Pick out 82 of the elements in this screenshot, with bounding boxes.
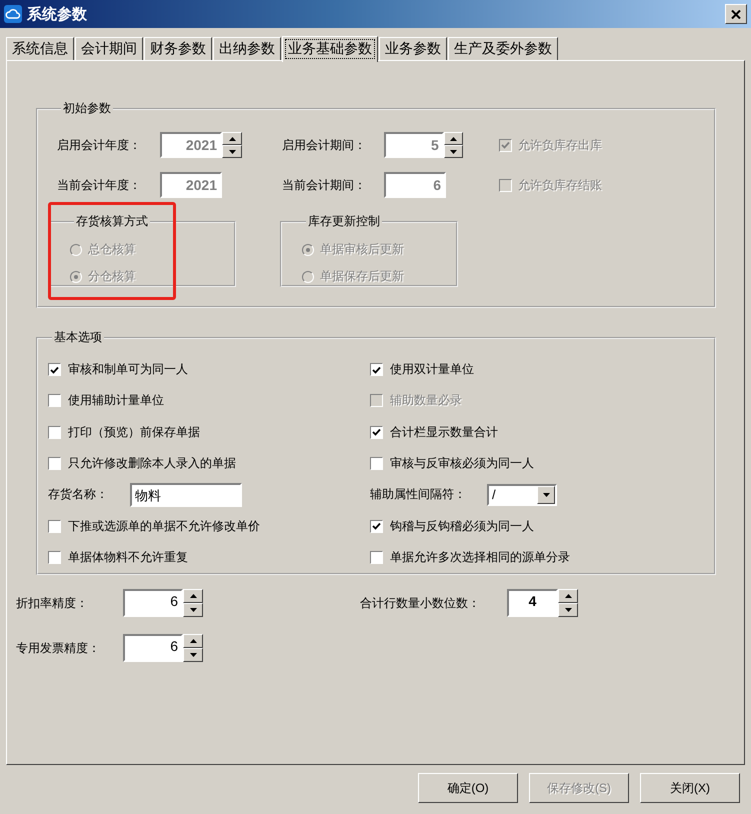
checkbox[interactable] bbox=[48, 426, 61, 439]
dialog-button[interactable]: 确定(O) bbox=[418, 773, 518, 803]
spin-up-button[interactable] bbox=[183, 634, 203, 648]
up-arrow-icon bbox=[228, 136, 236, 140]
cloud-icon bbox=[4, 5, 22, 23]
field-label: 当前会计期间： bbox=[282, 176, 367, 194]
checkbox-label: 打印（预览）前保存单据 bbox=[68, 424, 200, 441]
checkmark-icon bbox=[501, 141, 510, 149]
checkmark-icon bbox=[372, 522, 381, 530]
group-title: 存货核算方式 bbox=[75, 213, 149, 230]
field-label: 专用发票精度： bbox=[16, 640, 101, 656]
field-label: 启用会计年度： bbox=[57, 136, 142, 154]
checkbox[interactable] bbox=[370, 520, 383, 533]
checkbox[interactable] bbox=[48, 456, 61, 470]
checkbox[interactable] bbox=[48, 394, 61, 408]
checkmark-icon bbox=[372, 428, 381, 436]
checkbox[interactable] bbox=[370, 426, 383, 439]
checkbox[interactable] bbox=[370, 363, 383, 376]
spin-down-button[interactable] bbox=[183, 648, 203, 662]
radio-label: 单据保存后更新 bbox=[320, 268, 404, 285]
tab[interactable]: 财务参数 bbox=[144, 37, 212, 60]
group-title: 初始参数 bbox=[62, 100, 112, 117]
down-arrow-icon bbox=[450, 150, 457, 154]
checkbox-label: 合计栏显示数量合计 bbox=[390, 424, 498, 441]
checkbox[interactable] bbox=[370, 456, 383, 470]
checkbox-label: 审核与反审核必须为同一人 bbox=[390, 454, 534, 472]
checkmark-icon bbox=[50, 366, 59, 374]
checkbox-label: 单据允许多次选择相同的源单分录 bbox=[390, 548, 570, 566]
up-arrow-icon bbox=[564, 594, 572, 598]
radio-label: 单据审核后更新 bbox=[320, 241, 404, 258]
checkbox[interactable] bbox=[48, 363, 61, 376]
checkbox-label: 允许负库存结账 bbox=[518, 176, 602, 194]
checkbox[interactable] bbox=[48, 550, 61, 564]
checkbox[interactable] bbox=[370, 550, 383, 564]
checkbox-label: 只允许修改删除本人录入的单据 bbox=[68, 454, 236, 472]
down-arrow-icon bbox=[228, 150, 236, 154]
close-button[interactable] bbox=[725, 4, 747, 24]
checkbox-label: 使用双计量单位 bbox=[390, 361, 474, 378]
checkmark-icon bbox=[372, 366, 381, 374]
field-label: 辅助属性间隔符： bbox=[370, 486, 467, 504]
checkbox-label: 使用辅助计量单位 bbox=[68, 392, 164, 410]
tab[interactable]: 系统信息 bbox=[6, 37, 74, 60]
up-arrow-icon bbox=[450, 136, 457, 140]
radio-label: 分仓核算 bbox=[88, 268, 136, 285]
up-arrow-icon bbox=[190, 594, 196, 598]
down-arrow-icon bbox=[190, 608, 196, 612]
close-icon bbox=[731, 10, 741, 18]
tab[interactable]: 业务参数 bbox=[379, 37, 447, 60]
input-field[interactable]: 6 bbox=[123, 634, 183, 662]
down-arrow-icon bbox=[564, 608, 572, 612]
up-arrow-icon bbox=[190, 639, 196, 643]
input-field[interactable]: 6 bbox=[123, 589, 183, 617]
down-arrow-icon bbox=[190, 653, 196, 657]
group-title: 库存更新控制 bbox=[307, 213, 381, 230]
input-field[interactable]: 物料 bbox=[130, 482, 242, 507]
checkbox-label: 审核和制单可为同一人 bbox=[68, 361, 188, 378]
tab[interactable]: 业务基础参数 bbox=[282, 36, 378, 62]
checkbox-label: 单据体物料不允许重复 bbox=[68, 548, 188, 566]
radio-label: 总仓核算 bbox=[88, 241, 136, 258]
down-arrow-icon bbox=[542, 492, 550, 497]
dropdown[interactable]: / bbox=[487, 484, 557, 506]
checkbox-label: 钩稽与反钩稽必须为同一人 bbox=[390, 518, 534, 535]
spin-down-button[interactable] bbox=[558, 603, 578, 617]
field-label: 合计行数量小数位数： bbox=[360, 594, 481, 612]
field-label: 存货名称： bbox=[48, 486, 109, 504]
group-title: 基本选项 bbox=[53, 329, 103, 346]
tab[interactable]: 会计期间 bbox=[75, 37, 143, 60]
checkbox-label: 辅助数量必录 bbox=[390, 392, 462, 410]
field-label: 当前会计年度： bbox=[57, 176, 142, 194]
spin-up-button[interactable] bbox=[183, 589, 203, 603]
dialog-button[interactable]: 关闭(X) bbox=[640, 773, 740, 803]
tab[interactable]: 出纳参数 bbox=[213, 37, 281, 60]
field-label: 启用会计期间： bbox=[282, 136, 367, 154]
field-label: 折扣率精度： bbox=[16, 594, 89, 612]
checkbox-label: 下推或选源单的单据不允许修改单价 bbox=[68, 518, 260, 535]
checkbox-label: 允许负库存出库 bbox=[518, 136, 602, 154]
spin-up-button[interactable] bbox=[558, 589, 578, 603]
tab[interactable]: 生产及委外参数 bbox=[448, 37, 558, 60]
spin-down-button[interactable] bbox=[183, 603, 203, 617]
checkbox[interactable] bbox=[48, 520, 61, 533]
input-field[interactable]: 4 bbox=[507, 589, 558, 617]
window-title: 系统参数 bbox=[27, 4, 88, 24]
